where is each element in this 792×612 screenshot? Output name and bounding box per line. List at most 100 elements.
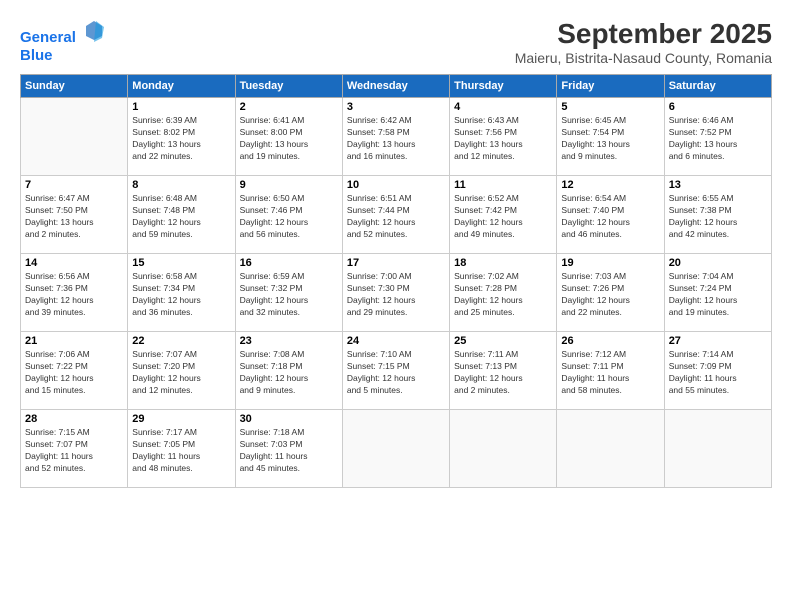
calendar-cell xyxy=(450,410,557,488)
week-row-5: 28Sunrise: 7:15 AMSunset: 7:07 PMDayligh… xyxy=(21,410,772,488)
week-row-2: 7Sunrise: 6:47 AMSunset: 7:50 PMDaylight… xyxy=(21,176,772,254)
day-number: 18 xyxy=(454,257,552,269)
calendar-cell: 6 Sunrise: 6:46 AMSunset: 7:52 PMDaylight… xyxy=(664,98,771,176)
day-number: 26 xyxy=(561,335,659,347)
calendar-cell: 1 Sunrise: 6:39 AMSunset: 8:02 PMDaylight… xyxy=(128,98,235,176)
calendar: SundayMondayTuesdayWednesdayThursdayFrid… xyxy=(20,74,772,488)
day-number: 22 xyxy=(132,335,230,347)
day-number: 16 xyxy=(240,257,338,269)
day-info: Sunrise: 6:56 AMSunset: 7:36 PMDaylight:… xyxy=(25,271,123,319)
day-number: 21 xyxy=(25,335,123,347)
weekday-header-sunday: Sunday xyxy=(21,75,128,98)
day-number: 12 xyxy=(561,179,659,191)
calendar-cell: 7Sunrise: 6:47 AMSunset: 7:50 PMDaylight… xyxy=(21,176,128,254)
day-number: 14 xyxy=(25,257,123,269)
calendar-cell: 22 Sunrise: 7:07 AMSunset: 7:20 PMDayligh… xyxy=(128,332,235,410)
day-number: 15 xyxy=(132,257,230,269)
calendar-cell xyxy=(21,98,128,176)
subtitle: Maieru, Bistrita-Nasaud County, Romania xyxy=(515,50,772,66)
calendar-cell: 21Sunrise: 7:06 AMSunset: 7:22 PMDayligh… xyxy=(21,332,128,410)
calendar-cell: 11 Sunrise: 6:52 AMSunset: 7:42 PMDayligh… xyxy=(450,176,557,254)
calendar-cell: 23 Sunrise: 7:08 AMSunset: 7:18 PMDayligh… xyxy=(235,332,342,410)
day-info: Sunrise: 7:07 AMSunset: 7:20 PMDaylight:… xyxy=(132,349,230,397)
day-number: 30 xyxy=(240,413,338,425)
calendar-cell: 8 Sunrise: 6:48 AMSunset: 7:48 PMDaylight… xyxy=(128,176,235,254)
calendar-cell xyxy=(342,410,449,488)
day-info: Sunrise: 7:12 AMSunset: 7:11 PMDaylight:… xyxy=(561,349,659,397)
logo: General Blue xyxy=(20,18,106,65)
day-info: Sunrise: 6:46 AMSunset: 7:52 PMDaylight:… xyxy=(669,115,767,163)
calendar-cell: 24 Sunrise: 7:10 AMSunset: 7:15 PMDayligh… xyxy=(342,332,449,410)
day-info: Sunrise: 6:51 AMSunset: 7:44 PMDaylight:… xyxy=(347,193,445,241)
calendar-cell: 17Sunrise: 7:00 AMSunset: 7:30 PMDayligh… xyxy=(342,254,449,332)
weekday-header-wednesday: Wednesday xyxy=(342,75,449,98)
day-number: 1 xyxy=(132,101,230,113)
calendar-cell: 29Sunrise: 7:17 AMSunset: 7:05 PMDayligh… xyxy=(128,410,235,488)
calendar-cell xyxy=(557,410,664,488)
page: General Blue September 2025 Maieru, Bist… xyxy=(0,0,792,612)
day-info: Sunrise: 7:08 AMSunset: 7:18 PMDaylight:… xyxy=(240,349,338,397)
calendar-cell: 3Sunrise: 6:42 AMSunset: 7:58 PMDaylight… xyxy=(342,98,449,176)
day-info: Sunrise: 7:03 AMSunset: 7:26 PMDaylight:… xyxy=(561,271,659,319)
calendar-cell: 12Sunrise: 6:54 AMSunset: 7:40 PMDayligh… xyxy=(557,176,664,254)
day-number: 27 xyxy=(669,335,767,347)
day-number: 3 xyxy=(347,101,445,113)
day-info: Sunrise: 6:59 AMSunset: 7:32 PMDaylight:… xyxy=(240,271,338,319)
calendar-cell: 2 Sunrise: 6:41 AMSunset: 8:00 PMDaylight… xyxy=(235,98,342,176)
day-number: 2 xyxy=(240,101,338,113)
weekday-header-saturday: Saturday xyxy=(664,75,771,98)
weekday-header-friday: Friday xyxy=(557,75,664,98)
day-number: 23 xyxy=(240,335,338,347)
weekday-header-monday: Monday xyxy=(128,75,235,98)
day-number: 4 xyxy=(454,101,552,113)
weekday-header-tuesday: Tuesday xyxy=(235,75,342,98)
day-info: Sunrise: 7:02 AMSunset: 7:28 PMDaylight:… xyxy=(454,271,552,319)
calendar-header: SundayMondayTuesdayWednesdayThursdayFrid… xyxy=(21,75,772,98)
day-number: 9 xyxy=(240,179,338,191)
day-info: Sunrise: 6:45 AMSunset: 7:54 PMDaylight:… xyxy=(561,115,659,163)
calendar-cell: 16 Sunrise: 6:59 AMSunset: 7:32 PMDayligh… xyxy=(235,254,342,332)
week-row-1: 1 Sunrise: 6:39 AMSunset: 8:02 PMDaylight… xyxy=(21,98,772,176)
logo-icon xyxy=(82,18,106,42)
day-number: 24 xyxy=(347,335,445,347)
header: General Blue September 2025 Maieru, Bist… xyxy=(20,18,772,66)
day-number: 25 xyxy=(454,335,552,347)
calendar-cell: 20 Sunrise: 7:04 AMSunset: 7:24 PMDayligh… xyxy=(664,254,771,332)
day-info: Sunrise: 7:11 AMSunset: 7:13 PMDaylight:… xyxy=(454,349,552,397)
day-number: 19 xyxy=(561,257,659,269)
day-number: 11 xyxy=(454,179,552,191)
day-info: Sunrise: 6:52 AMSunset: 7:42 PMDaylight:… xyxy=(454,193,552,241)
day-number: 20 xyxy=(669,257,767,269)
day-number: 8 xyxy=(132,179,230,191)
calendar-cell: 15 Sunrise: 6:58 AMSunset: 7:34 PMDayligh… xyxy=(128,254,235,332)
calendar-cell: 14 Sunrise: 6:56 AMSunset: 7:36 PMDayligh… xyxy=(21,254,128,332)
day-number: 13 xyxy=(669,179,767,191)
day-info: Sunrise: 6:41 AMSunset: 8:00 PMDaylight:… xyxy=(240,115,338,163)
day-info: Sunrise: 6:48 AMSunset: 7:48 PMDaylight:… xyxy=(132,193,230,241)
day-info: Sunrise: 6:39 AMSunset: 8:02 PMDaylight:… xyxy=(132,115,230,163)
day-info: Sunrise: 7:10 AMSunset: 7:15 PMDaylight:… xyxy=(347,349,445,397)
logo-blue: Blue xyxy=(20,47,106,65)
day-number: 7 xyxy=(25,179,123,191)
calendar-body: 1 Sunrise: 6:39 AMSunset: 8:02 PMDaylight… xyxy=(21,98,772,488)
calendar-cell: 26 Sunrise: 7:12 AMSunset: 7:11 PMDayligh… xyxy=(557,332,664,410)
day-info: Sunrise: 6:43 AMSunset: 7:56 PMDaylight:… xyxy=(454,115,552,163)
day-info: Sunrise: 6:58 AMSunset: 7:34 PMDaylight:… xyxy=(132,271,230,319)
title-area: September 2025 Maieru, Bistrita-Nasaud C… xyxy=(515,18,772,66)
day-info: Sunrise: 7:00 AMSunset: 7:30 PMDaylight:… xyxy=(347,271,445,319)
day-info: Sunrise: 7:17 AMSunset: 7:05 PMDaylight:… xyxy=(132,427,230,475)
calendar-cell: 30 Sunrise: 7:18 AMSunset: 7:03 PMDayligh… xyxy=(235,410,342,488)
calendar-cell: 10Sunrise: 6:51 AMSunset: 7:44 PMDayligh… xyxy=(342,176,449,254)
day-info: Sunrise: 7:14 AMSunset: 7:09 PMDaylight:… xyxy=(669,349,767,397)
day-info: Sunrise: 7:18 AMSunset: 7:03 PMDaylight:… xyxy=(240,427,338,475)
weekday-row: SundayMondayTuesdayWednesdayThursdayFrid… xyxy=(21,75,772,98)
calendar-cell: 25 Sunrise: 7:11 AMSunset: 7:13 PMDayligh… xyxy=(450,332,557,410)
day-info: Sunrise: 7:04 AMSunset: 7:24 PMDaylight:… xyxy=(669,271,767,319)
logo-general: General xyxy=(20,29,76,46)
calendar-cell: 27 Sunrise: 7:14 AMSunset: 7:09 PMDayligh… xyxy=(664,332,771,410)
day-number: 6 xyxy=(669,101,767,113)
calendar-cell: 9Sunrise: 6:50 AMSunset: 7:46 PMDaylight… xyxy=(235,176,342,254)
weekday-header-thursday: Thursday xyxy=(450,75,557,98)
day-info: Sunrise: 6:55 AMSunset: 7:38 PMDaylight:… xyxy=(669,193,767,241)
calendar-cell: 18 Sunrise: 7:02 AMSunset: 7:28 PMDayligh… xyxy=(450,254,557,332)
